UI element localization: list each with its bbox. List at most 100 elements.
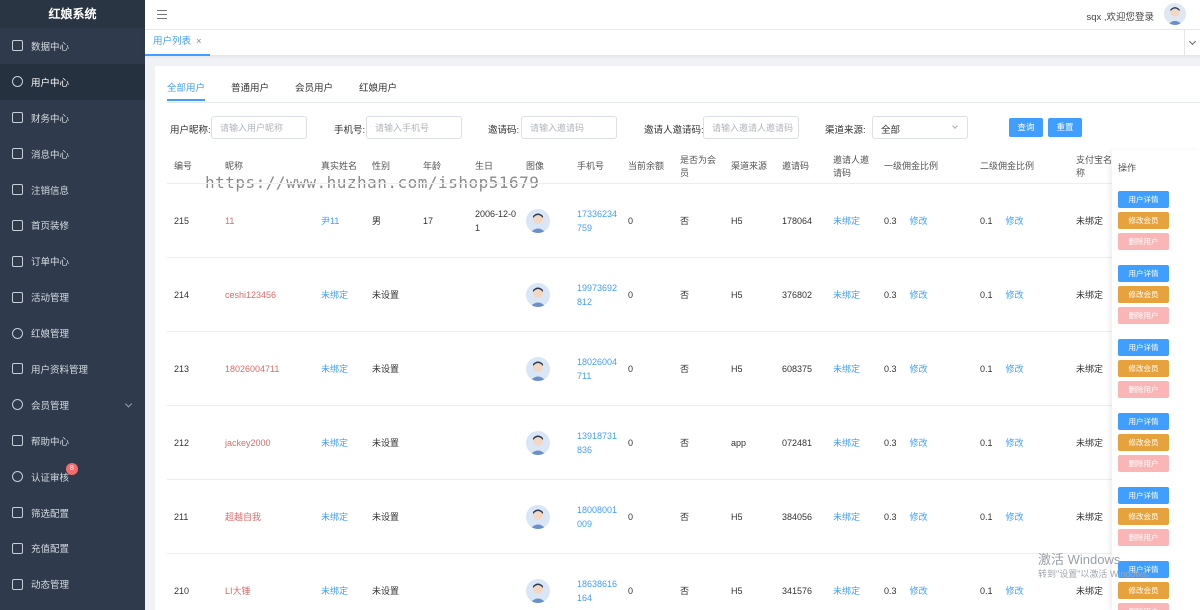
edit-rate-link[interactable]: 修改: [910, 584, 928, 598]
sidebar-item-user-center[interactable]: 用户中心: [0, 63, 145, 100]
chevron-down-icon[interactable]: [1184, 30, 1200, 56]
delete-user-button[interactable]: 删除用户: [1118, 307, 1169, 324]
cell-realname: 未绑定: [321, 511, 349, 522]
cell-age: 17: [423, 215, 434, 226]
sidebar-item-help[interactable]: 帮助中心: [0, 423, 145, 459]
avatar: [526, 184, 550, 258]
delete-user-button[interactable]: 删除用户: [1118, 603, 1169, 610]
cell-alipay: 未绑定: [1076, 215, 1104, 226]
channel-select[interactable]: 全部: [872, 116, 968, 139]
sidebar-item-verification[interactable]: 认证审核 8: [0, 459, 145, 495]
edit-rate-link[interactable]: 修改: [1006, 510, 1024, 524]
page-tabs-bar: 用户列表 ×: [145, 30, 1200, 56]
cell-channel: H5: [731, 585, 743, 596]
delete-user-button[interactable]: 删除用户: [1118, 455, 1169, 472]
row-actions: 用户详情修改会员删除用户: [1118, 487, 1178, 550]
edit-rate-link[interactable]: 修改: [910, 288, 928, 302]
recharge-icon: [12, 542, 23, 554]
avatar: [526, 505, 550, 529]
cell-rate1: 0.3 修改: [884, 480, 928, 554]
cell-gender: 未设置: [372, 363, 400, 374]
row-actions: 用户详情修改会员删除用户: [1118, 265, 1178, 328]
tab-user-list[interactable]: 用户列表 ×: [145, 30, 210, 56]
nickname-input[interactable]: [211, 116, 307, 139]
tab-member-users[interactable]: 会员用户: [295, 80, 333, 101]
user-detail-button[interactable]: 用户详情: [1118, 487, 1169, 504]
sidebar-item-moments[interactable]: 动态管理: [0, 566, 145, 602]
edit-rate-link[interactable]: 修改: [1006, 214, 1024, 228]
sidebar-item-membership[interactable]: 会员管理: [0, 387, 145, 423]
delete-user-button[interactable]: 删除用户: [1118, 529, 1169, 546]
cell-nickname: jackey2000: [225, 437, 271, 448]
delete-user-button[interactable]: 删除用户: [1118, 381, 1169, 398]
sidebar-item-recharge-config[interactable]: 充值配置: [0, 530, 145, 566]
cell-channel: app: [731, 437, 747, 448]
table-header: 编号 昵称 真实姓名 性别 年龄 生日 图像 手机号 当前余额 是否为会员 渠道…: [167, 150, 1112, 184]
menu-toggle-icon[interactable]: [157, 10, 167, 19]
person-icon: [12, 327, 23, 339]
edit-rate-link[interactable]: 修改: [1006, 288, 1024, 302]
query-button[interactable]: 查询: [1009, 118, 1043, 137]
reset-button[interactable]: 重置: [1048, 118, 1082, 137]
user-detail-button[interactable]: 用户详情: [1118, 413, 1169, 430]
edit-member-button[interactable]: 修改会员: [1118, 582, 1169, 599]
phone-input[interactable]: [366, 116, 462, 139]
cell-gender: 未设置: [372, 585, 400, 596]
edit-member-button[interactable]: 修改会员: [1118, 360, 1169, 377]
tab-normal-users[interactable]: 普通用户: [231, 80, 269, 101]
edit-rate-link[interactable]: 修改: [1006, 436, 1024, 450]
edit-member-button[interactable]: 修改会员: [1118, 434, 1169, 451]
sidebar-item-activities[interactable]: 活动管理: [0, 279, 145, 315]
cell-rate1: 0.3 修改: [884, 184, 928, 258]
edit-member-button[interactable]: 修改会员: [1118, 286, 1169, 303]
col-phone: 手机号: [577, 161, 605, 172]
delete-user-button[interactable]: 删除用户: [1118, 233, 1169, 250]
cell-id: 214: [174, 289, 190, 300]
sidebar-item-filter-config[interactable]: 筛选配置: [0, 495, 145, 531]
sidebar-item-user-profiles[interactable]: 用户资料管理: [0, 351, 145, 387]
cell-realname: 尹11: [321, 215, 340, 226]
edit-rate-link[interactable]: 修改: [910, 362, 928, 376]
row-actions: 用户详情修改会员删除用户: [1118, 413, 1178, 476]
user-detail-button[interactable]: 用户详情: [1118, 339, 1169, 356]
tab-all-users[interactable]: 全部用户: [167, 80, 206, 101]
edit-rate-link[interactable]: 修改: [1006, 362, 1024, 376]
col-nickname: 昵称: [225, 161, 244, 172]
cell-inviter-code: 未绑定: [833, 437, 861, 448]
count-badge: 8: [66, 462, 78, 475]
cell-birthday: [475, 554, 517, 610]
close-icon[interactable]: ×: [196, 36, 202, 47]
cell-balance: 0: [628, 289, 634, 300]
cell-rate2: 0.1 修改: [980, 332, 1024, 406]
cell-phone: 19973692812: [577, 282, 618, 307]
divider: [167, 102, 1200, 103]
tab-matchmaker-users[interactable]: 红娘用户: [359, 80, 397, 101]
sidebar-item-cancellation[interactable]: 注销信息: [0, 172, 145, 208]
avatar: [526, 357, 550, 381]
sidebar-item-matchmakers[interactable]: 红娘管理: [0, 315, 145, 351]
cell-id: 210: [174, 585, 190, 596]
table-row: 214 ceshi123456 未绑定 未设置 19973692812 0 否 H5 37680…: [167, 258, 1112, 332]
ops-column: 操作 用户详情 修改会员 删除用户 用户详情 修改会员 删除用户 用户详情 修改会员 删除用户用…: [1112, 150, 1200, 610]
sidebar-item-home-decor[interactable]: 首页装修: [0, 207, 145, 243]
document-icon: [12, 184, 23, 195]
edit-rate-link[interactable]: 修改: [1006, 584, 1024, 598]
cell-gender: 未设置: [372, 437, 400, 448]
inviter-code-input[interactable]: [703, 116, 799, 139]
edit-member-button[interactable]: 修改会员: [1118, 212, 1169, 229]
avatar[interactable]: [1164, 3, 1186, 25]
cell-nickname: 18026004711: [225, 363, 280, 374]
user-detail-button[interactable]: 用户详情: [1118, 265, 1169, 282]
sidebar-item-finance[interactable]: 财务中心: [0, 100, 145, 136]
edit-rate-link[interactable]: 修改: [910, 214, 928, 228]
sidebar-item-orders[interactable]: 订单中心: [0, 243, 145, 279]
user-detail-button[interactable]: 用户详情: [1118, 191, 1169, 208]
edit-rate-link[interactable]: 修改: [910, 510, 928, 524]
invite-code-input[interactable]: [521, 116, 617, 139]
edit-rate-link[interactable]: 修改: [910, 436, 928, 450]
sidebar-item-messages[interactable]: 消息中心: [0, 136, 145, 172]
cell-invite-code: 178064: [782, 215, 813, 226]
cell-id: 213: [174, 363, 190, 374]
edit-member-button[interactable]: 修改会员: [1118, 508, 1169, 525]
sidebar-item-data-center[interactable]: 数据中心: [0, 28, 145, 64]
